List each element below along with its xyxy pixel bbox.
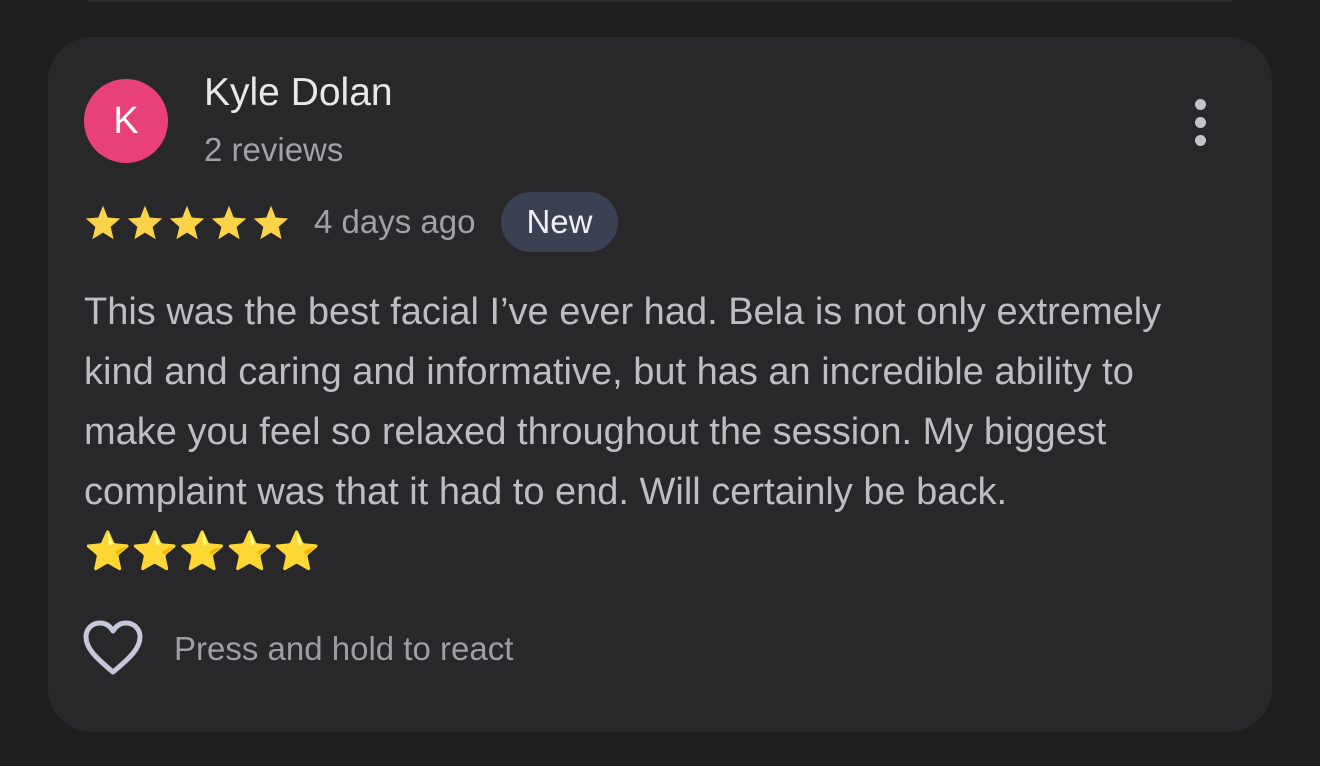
review-card: K Kyle Dolan 2 reviews 4 days ago New Th…: [48, 37, 1272, 732]
star-icon: [127, 205, 163, 240]
rating-row: 4 days ago New: [84, 192, 618, 252]
more-vertical-icon: [1194, 98, 1206, 110]
react-button[interactable]: Press and hold to react: [82, 617, 513, 681]
star-rating: [84, 204, 290, 240]
avatar[interactable]: K: [84, 79, 168, 163]
author-review-count[interactable]: 2 reviews: [204, 131, 343, 169]
new-badge: New: [501, 192, 618, 252]
review-text: This was the best facial I’ve ever had. …: [84, 291, 1162, 573]
react-prompt: Press and hold to react: [174, 630, 514, 667]
star-icon: [169, 205, 205, 240]
star-icon: [253, 205, 289, 240]
review-timestamp: 4 days ago: [314, 203, 476, 240]
author-name[interactable]: Kyle Dolan: [204, 71, 393, 115]
star-icon: [211, 205, 247, 240]
top-divider: [88, 0, 1232, 2]
more-vertical-icon: [1194, 134, 1206, 146]
more-vertical-icon: [1194, 116, 1206, 128]
heart-icon: [83, 620, 143, 675]
star-icon: [85, 205, 121, 240]
more-options-button[interactable]: [1178, 92, 1222, 152]
